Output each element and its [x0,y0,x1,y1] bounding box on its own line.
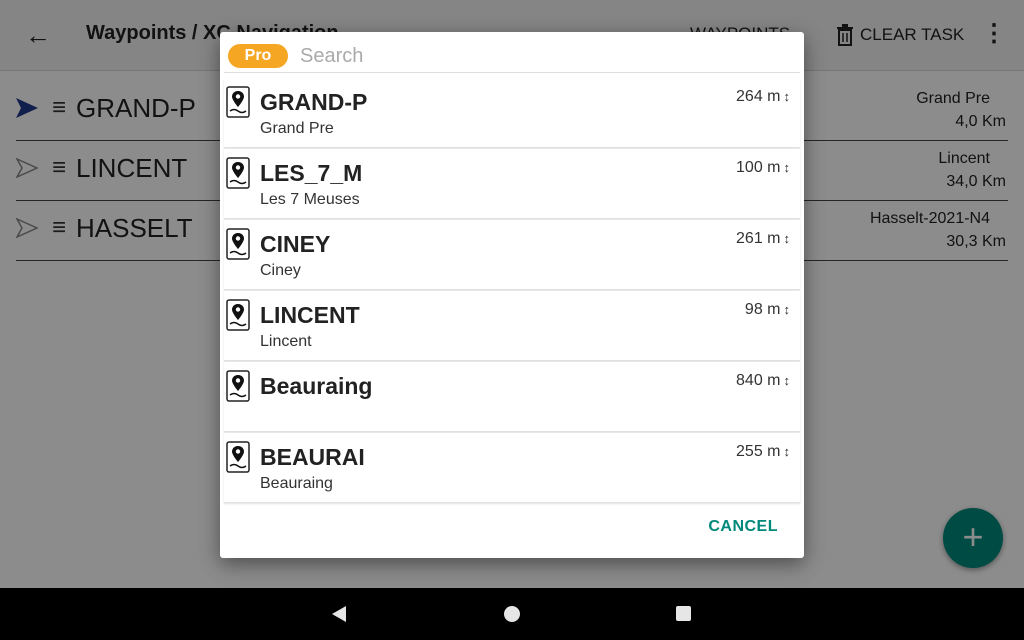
waypoint-pin-icon [226,370,250,402]
waypoint-pin-icon [226,299,250,331]
elevation-value: 100 m [736,159,781,176]
list-item[interactable]: CINEY Ciney 261 m ↕ [224,220,800,290]
waypoint-pin-icon [226,228,250,260]
waypoint-elevation: 840 m ↕ [736,372,790,390]
elevation-value: 264 m [736,88,781,105]
waypoint-pin-icon [226,86,250,118]
up-down-arrow-icon: ↕ [783,160,791,175]
up-down-arrow-icon: ↕ [783,444,791,459]
up-down-arrow-icon: ↕ [783,89,791,104]
waypoint-code: LINCENT [260,302,360,328]
waypoint-code: BEAURAI [260,444,365,470]
nav-back-icon[interactable] [330,605,348,623]
search-bar: Pro [224,38,800,73]
system-nav-bar [0,588,1024,640]
waypoint-code: LES_7_M [260,160,363,186]
waypoint-name: Lincent [260,333,312,350]
elevation-value: 255 m [736,443,781,460]
list-item[interactable]: LES_7_M Les 7 Meuses 100 m ↕ [224,149,800,219]
search-input[interactable] [298,42,782,70]
waypoint-elevation: 261 m ↕ [736,230,790,248]
waypoint-name: Les 7 Meuses [260,191,360,208]
select-waypoint-dialog: Pro GRAND-P Grand Pre 264 m↕ LES_7_M Les… [220,32,804,558]
waypoint-list: GRAND-P Grand Pre 264 m ↕ LES_7_M Les 7 M… [224,78,800,503]
waypoint-elevation: 264 m ↕ [736,88,790,106]
nav-recent-icon[interactable] [676,606,691,621]
waypoint-code: CINEY [260,231,331,257]
waypoint-code: GRAND-P [260,89,368,115]
waypoint-name: Grand Pre [260,120,334,137]
pro-badge: Pro [228,44,288,68]
up-down-arrow-icon: ↕ [783,373,791,388]
up-down-arrow-icon: ↕ [783,302,791,317]
list-item[interactable]: Beauraing 840 m ↕ [224,362,800,432]
cancel-button[interactable]: CANCEL [708,518,778,536]
waypoint-name: Beauraing [260,475,333,492]
waypoint-elevation: 100 m ↕ [736,159,790,177]
waypoint-code: Beauraing [260,373,373,399]
up-down-arrow-icon: ↕ [783,231,791,246]
waypoint-elevation: 98 m ↕ [745,301,790,319]
elevation-value: 840 m [736,372,781,389]
nav-home-icon[interactable] [504,606,520,622]
waypoint-pin-icon [226,441,250,473]
list-item[interactable]: LINCENT Lincent 98 m ↕ [224,291,800,361]
waypoint-name: Ciney [260,262,301,279]
waypoint-pin-icon [226,157,250,189]
elevation-value: 98 m [744,301,781,318]
waypoint-elevation: 255 m ↕ [736,443,790,461]
elevation-value: 261 m [736,230,781,247]
list-item[interactable]: GRAND-P Grand Pre 264 m ↕ [224,78,800,148]
list-item[interactable]: BEAURAI Beauraing 255 m ↕ [224,433,800,503]
